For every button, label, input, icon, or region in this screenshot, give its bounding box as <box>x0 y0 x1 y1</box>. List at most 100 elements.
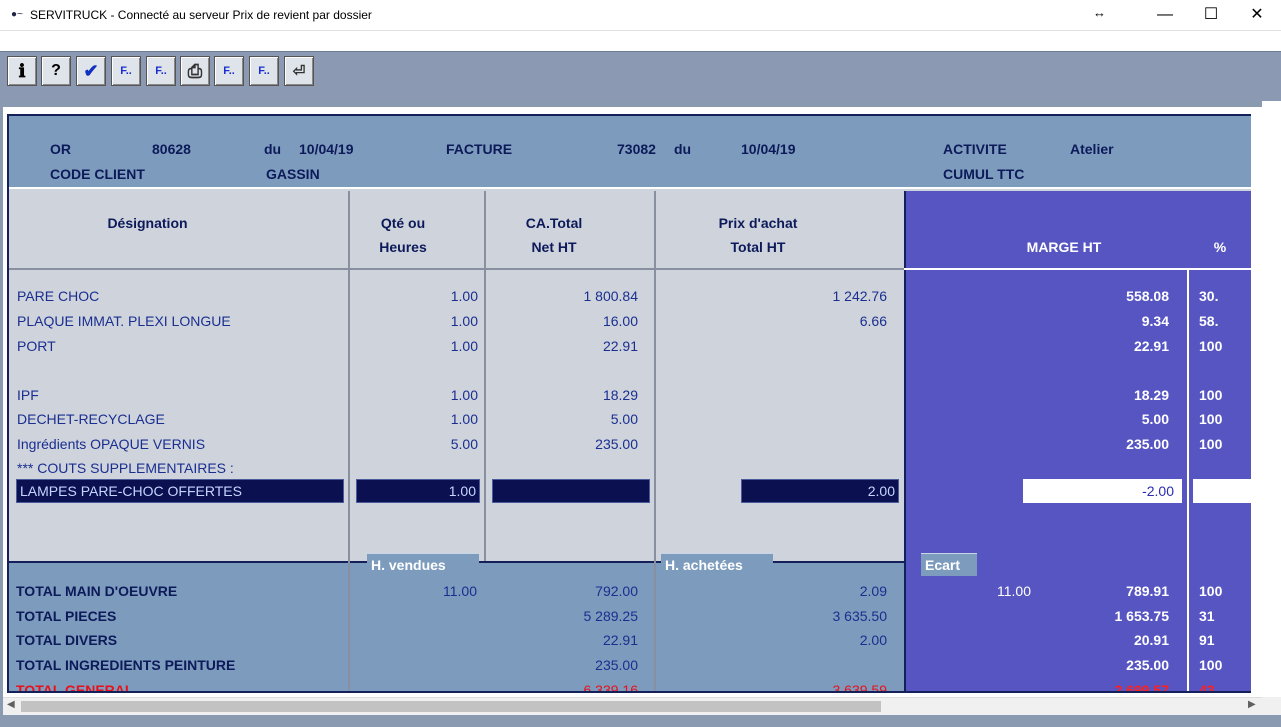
function-button-2[interactable]: F.. <box>146 56 176 86</box>
line-qte: 1.00 <box>450 338 478 354</box>
line-marge: 5.00 <box>1141 411 1169 427</box>
line-ca: 1 800.84 <box>583 288 639 304</box>
total-marge: 20.91 <box>1133 632 1169 648</box>
line-designation: IPF <box>17 387 39 403</box>
tab-ecart[interactable]: Ecart <box>921 553 977 576</box>
function-icon: F.. <box>155 65 167 77</box>
designation-header: Désignation <box>107 215 188 231</box>
line-ca: 18.29 <box>602 387 638 403</box>
header-separator <box>9 268 904 270</box>
qte-header-1: Qté ou <box>380 215 426 231</box>
total-pa: 3 635.50 <box>832 608 888 624</box>
total-ca: 5 289.25 <box>583 608 639 624</box>
total-ecart: 11.00 <box>997 583 1031 599</box>
close-button[interactable]: ✕ <box>1234 0 1280 31</box>
total-pa: 2.09 <box>859 583 887 599</box>
line-designation: PORT <box>17 338 56 354</box>
total-label: TOTAL PIECES <box>16 608 117 624</box>
selected-marge-field[interactable]: -2.00 <box>1023 479 1182 503</box>
tab-h-vendues[interactable]: H. vendues <box>367 553 479 576</box>
total-pct: 91 <box>1199 632 1215 648</box>
ca-header-1: CA.Total <box>525 215 583 231</box>
cumul-label: CUMUL TTC <box>943 166 1025 182</box>
line-row[interactable]: PARE CHOC 1.00 1 800.84 1 242.76 558.08 … <box>9 284 1251 308</box>
line-marge: 18.29 <box>1133 387 1169 403</box>
line-row[interactable]: PLAQUE IMMAT. PLEXI LONGUE 1.00 16.00 6.… <box>9 309 1251 333</box>
scroll-left-icon[interactable]: ◀ <box>7 699 15 710</box>
line-pct: 58. <box>1199 313 1219 329</box>
app-icon: ●~ <box>11 9 23 20</box>
line-row[interactable]: DECHET-RECYCLAGE 1.00 5.00 5.00 100 <box>9 407 1251 431</box>
client-value: GASSIN <box>266 166 320 182</box>
window-title: SERVITRUCK - Connecté au serveur Prix de… <box>30 8 372 22</box>
total-label: TOTAL DIVERS <box>16 632 118 648</box>
marge-header: MARGE HT <box>1026 239 1102 255</box>
horizontal-scrollbar[interactable]: ◀ ▶ <box>3 697 1262 715</box>
facture-label: FACTURE <box>446 141 513 157</box>
function-button-1[interactable]: F.. <box>111 56 141 86</box>
line-marge: 22.91 <box>1133 338 1169 354</box>
margin-header-separator <box>904 268 1251 270</box>
line-ca: 16.00 <box>602 313 638 329</box>
extra-costs-label: *** COUTS SUPPLEMENTAIRES : <box>17 460 234 476</box>
selected-qte-field[interactable]: 1.00 <box>356 479 480 503</box>
line-row[interactable]: Ingrédients OPAQUE VERNIS 5.00 235.00 23… <box>9 432 1251 456</box>
du-label-2: du <box>674 141 692 157</box>
line-marge: 558.08 <box>1126 288 1169 304</box>
print-button[interactable]: ⎙ <box>180 56 210 86</box>
line-row[interactable]: IPF 1.00 18.29 18.29 100 <box>9 383 1251 407</box>
line-pct: 100 <box>1199 338 1223 354</box>
line-qte: 1.00 <box>450 411 478 427</box>
pa-header-2: Total HT <box>730 239 786 255</box>
line-designation: DECHET-RECYCLAGE <box>17 411 165 427</box>
scroll-thumb[interactable] <box>21 701 881 712</box>
percent-divider <box>1187 561 1189 691</box>
line-pct: 100 <box>1199 411 1223 427</box>
du-label-1: du <box>264 141 282 157</box>
total-marge: 1 653.75 <box>1114 608 1170 624</box>
validate-button[interactable]: ✔ <box>76 56 106 86</box>
line-ca: 5.00 <box>610 411 638 427</box>
total-general-pa: 3 639.59 <box>832 682 888 693</box>
function-icon: F.. <box>258 65 270 77</box>
total-pct: 100 <box>1199 583 1223 599</box>
facture-date: 10/04/19 <box>741 141 796 157</box>
invoice-header: OR 80628 du 10/04/19 FACTURE 73082 du 10… <box>9 116 1251 189</box>
scroll-right-icon[interactable]: ▶ <box>1248 699 1256 710</box>
pa-header-1: Prix d'achat <box>718 215 798 231</box>
total-general-pct: 43 <box>1199 682 1215 693</box>
maximize-button[interactable]: ☐ <box>1188 0 1234 31</box>
function-icon: F.. <box>120 65 132 77</box>
line-pct: 30. <box>1199 288 1219 304</box>
exit-button[interactable]: ⏎ <box>284 56 314 86</box>
info-button[interactable]: ℹ <box>7 56 37 86</box>
help-icon: ? <box>51 62 61 79</box>
function-button-4[interactable]: F.. <box>249 56 279 86</box>
line-row[interactable]: PORT 1.00 22.91 22.91 100 <box>9 334 1251 358</box>
qte-header-2: Heures <box>379 239 427 255</box>
minimize-button[interactable]: — <box>1142 0 1188 31</box>
total-marge: 235.00 <box>1126 657 1169 673</box>
selected-designation-field[interactable]: LAMPES PARE-CHOC OFFERTES <box>16 479 344 503</box>
or-value: 80628 <box>152 141 191 157</box>
facture-value: 73082 <box>617 141 656 157</box>
resize-icon: ↔ <box>1093 5 1106 20</box>
line-marge: 9.34 <box>1141 313 1169 329</box>
total-pct: 100 <box>1199 657 1223 673</box>
line-qte: 5.00 <box>450 436 478 452</box>
cost-panel: OR 80628 du 10/04/19 FACTURE 73082 du 10… <box>7 114 1251 693</box>
or-date: 10/04/19 <box>299 141 354 157</box>
selected-ca-field[interactable] <box>492 479 650 503</box>
selected-pa-field[interactable]: 2.00 <box>741 479 899 503</box>
total-label: TOTAL MAIN D'OEUVRE <box>16 583 178 599</box>
client-label: CODE CLIENT <box>50 166 145 182</box>
total-ca: 792.00 <box>595 583 638 599</box>
line-designation: Ingrédients OPAQUE VERNIS <box>17 436 206 452</box>
total-label: TOTAL INGREDIENTS PEINTURE <box>16 657 236 673</box>
help-button[interactable]: ? <box>41 56 71 86</box>
tab-h-achetees[interactable]: H. achetées <box>661 553 773 576</box>
line-pa: 6.66 <box>859 313 887 329</box>
selected-pct-field[interactable] <box>1193 479 1251 503</box>
line-designation: PLAQUE IMMAT. PLEXI LONGUE <box>17 313 231 329</box>
function-button-3[interactable]: F.. <box>214 56 244 86</box>
